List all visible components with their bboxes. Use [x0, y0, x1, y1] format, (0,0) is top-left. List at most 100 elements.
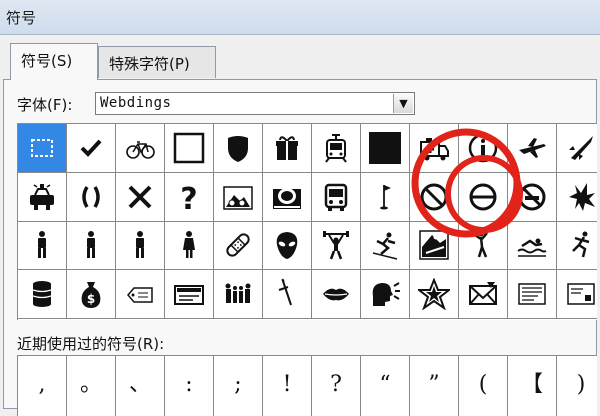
- symbol-cell[interactable]: [508, 221, 557, 270]
- recent-symbol-cell[interactable]: 、: [116, 356, 165, 416]
- bandage-icon: [226, 233, 250, 257]
- golf-flag-icon: [380, 185, 391, 210]
- symbol-cell[interactable]: [557, 221, 597, 270]
- symbol-cell[interactable]: [263, 124, 312, 173]
- recent-symbol-cell[interactable]: 【: [508, 356, 557, 416]
- burst-icon: [569, 183, 595, 211]
- symbol-cell[interactable]: [214, 124, 263, 173]
- recent-symbol-cell[interactable]: (: [459, 356, 508, 416]
- airplane-icon: [519, 138, 546, 158]
- info-circle-icon: [468, 133, 498, 163]
- family-icon: [225, 283, 251, 303]
- window-title: 符号: [6, 9, 37, 27]
- symbol-cell[interactable]: [361, 270, 410, 319]
- symbol-cell[interactable]: [312, 124, 361, 173]
- symbol-cell[interactable]: [312, 221, 361, 270]
- symbol-cell[interactable]: [263, 173, 312, 222]
- symbol-cell[interactable]: [410, 270, 459, 319]
- recent-symbol-cell[interactable]: ?: [312, 356, 361, 416]
- database-icon: [32, 281, 52, 307]
- symbol-cell[interactable]: [18, 270, 67, 319]
- tab-special-characters[interactable]: 特殊字符(P): [98, 46, 216, 78]
- recent-symbol-cell[interactable]: :: [165, 356, 214, 416]
- recent-symbol-cell[interactable]: ”: [410, 356, 459, 416]
- news-list-icon: [518, 283, 546, 305]
- symbol-cell[interactable]: [459, 221, 508, 270]
- recent-symbol-cell[interactable]: ): [557, 356, 597, 416]
- parentheses-icon: [82, 186, 100, 208]
- black-square-icon: [369, 132, 401, 164]
- question-mark-icon: ?: [180, 182, 197, 213]
- symbol-cell[interactable]: [557, 173, 597, 222]
- symbol-cell[interactable]: [18, 173, 67, 222]
- card-icon: [567, 283, 595, 305]
- male-icon: [87, 231, 95, 258]
- select-box-icon: [31, 139, 53, 157]
- tram-car-icon: [325, 134, 347, 163]
- tab-symbols[interactable]: 符号(S): [10, 43, 98, 80]
- symbol-cell[interactable]: [361, 221, 410, 270]
- symbol-cell[interactable]: [410, 124, 459, 173]
- symbol-cell[interactable]: [557, 124, 597, 173]
- bicycle-icon: [126, 141, 155, 159]
- snowboard-icon: [419, 230, 449, 260]
- symbol-cell[interactable]: [410, 221, 459, 270]
- font-label: 字体(F):: [17, 96, 73, 114]
- recent-symbol-cell[interactable]: !: [263, 356, 312, 416]
- no-entry-circle-icon: [469, 183, 497, 211]
- symbol-cell[interactable]: [508, 173, 557, 222]
- police-car-icon: [30, 184, 54, 210]
- symbol-cell[interactable]: [165, 221, 214, 270]
- symbol-cell[interactable]: [508, 270, 557, 319]
- symbol-cell[interactable]: [116, 221, 165, 270]
- symbol-cell[interactable]: [116, 270, 165, 319]
- price-tag-icon: [127, 287, 153, 303]
- symbol-cell[interactable]: ?: [165, 173, 214, 222]
- symbol-grid: ? $: [17, 123, 597, 320]
- ticket-icon: [174, 285, 204, 305]
- symbol-cell[interactable]: [165, 270, 214, 319]
- font-select-value: Webdings: [100, 95, 172, 111]
- font-select[interactable]: Webdings ▼: [95, 92, 415, 115]
- recent-symbol-cell[interactable]: 。: [67, 356, 116, 416]
- chevron-down-icon[interactable]: ▼: [393, 94, 413, 113]
- symbol-cell[interactable]: [18, 221, 67, 270]
- symbol-cell[interactable]: [557, 270, 597, 319]
- x-mark-icon: [128, 185, 152, 209]
- male-icon: [136, 231, 144, 258]
- symbol-cell[interactable]: [67, 221, 116, 270]
- recent-symbol-cell[interactable]: ,: [18, 356, 67, 416]
- symbol-cell[interactable]: [263, 270, 312, 319]
- symbol-cell[interactable]: [459, 270, 508, 319]
- symbol-cell[interactable]: [361, 173, 410, 222]
- gift-icon: [276, 136, 298, 160]
- symbol-cell[interactable]: [312, 173, 361, 222]
- weightlifter-icon: [323, 231, 349, 260]
- recent-symbol-cell[interactable]: ;: [214, 356, 263, 416]
- symbol-cell[interactable]: [508, 124, 557, 173]
- symbol-cell[interactable]: [67, 124, 116, 173]
- svg-text:$: $: [87, 292, 95, 306]
- symbol-cell[interactable]: [214, 221, 263, 270]
- no-smoking-icon: [518, 183, 546, 211]
- symbol-cell[interactable]: [165, 124, 214, 173]
- tab-strip: 符号(S) 特殊字符(P): [0, 34, 600, 80]
- symbol-cell[interactable]: [361, 124, 410, 173]
- symbol-cell[interactable]: [116, 173, 165, 222]
- symbol-cell[interactable]: [214, 173, 263, 222]
- symbol-cell[interactable]: [459, 124, 508, 173]
- symbol-cell[interactable]: $: [67, 270, 116, 319]
- speaking-head-icon: [372, 282, 400, 306]
- symbol-cell[interactable]: [312, 270, 361, 319]
- symbol-cell[interactable]: [18, 124, 67, 173]
- symbol-cell[interactable]: [410, 173, 459, 222]
- symbol-cell[interactable]: [67, 173, 116, 222]
- symbol-cell[interactable]: [116, 124, 165, 173]
- ambulance-icon: [420, 138, 449, 161]
- symbol-cell[interactable]: [263, 221, 312, 270]
- recent-symbol-cell[interactable]: “: [361, 356, 410, 416]
- alien-icon: [276, 232, 298, 259]
- lips-icon: [323, 288, 349, 301]
- symbol-cell[interactable]: [459, 173, 508, 222]
- symbol-cell[interactable]: [214, 270, 263, 319]
